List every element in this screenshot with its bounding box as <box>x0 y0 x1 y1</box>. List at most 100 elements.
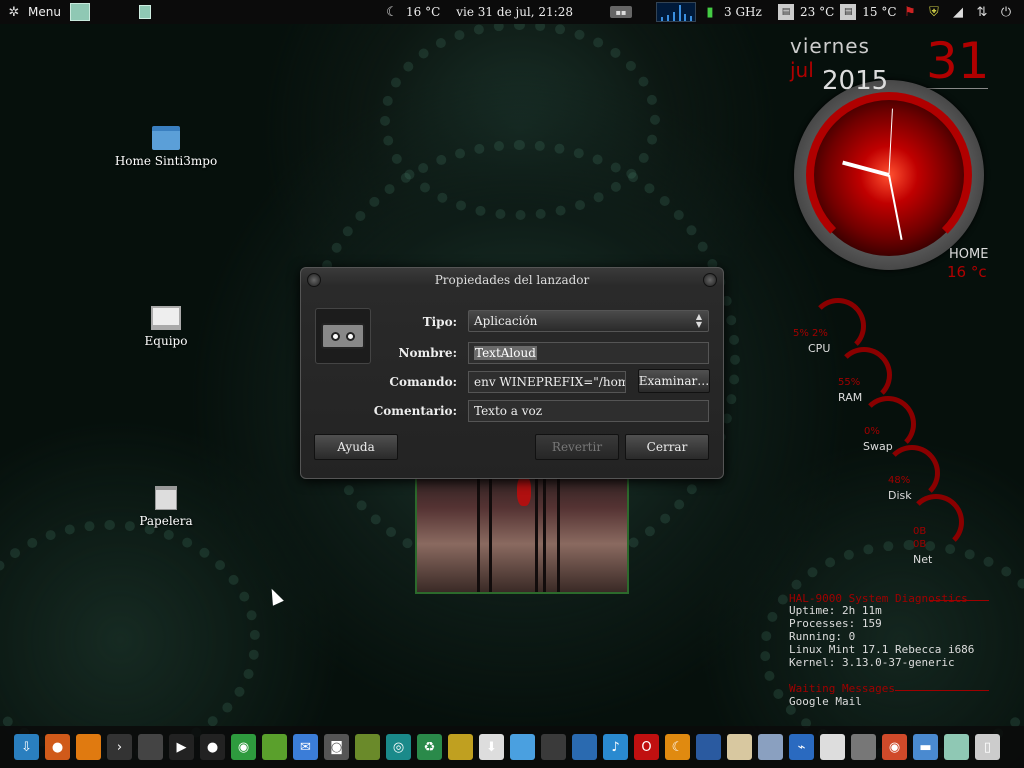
uptime: Uptime: 2h 11m <box>789 604 882 617</box>
opera-icon[interactable]: O <box>634 734 659 760</box>
cassette-icon[interactable]: ▪▪ <box>610 6 632 18</box>
camera-icon[interactable]: ◙ <box>324 734 349 760</box>
comentario-value: Texto a voz <box>474 404 543 418</box>
moon-icon[interactable]: ☾ <box>665 734 690 760</box>
os-version: Linux Mint 17.1 Rebecca i686 <box>789 643 975 656</box>
mouse-cursor <box>266 586 284 606</box>
spreadsheet-icon[interactable] <box>944 734 969 760</box>
mail-account: Google Mail <box>789 695 862 708</box>
dialog-title[interactable]: Propiedades del lanzador <box>301 273 723 287</box>
save-down-icon[interactable]: ⬇ <box>479 734 504 760</box>
tipo-select[interactable]: Aplicación ▲ ▼ <box>468 310 709 332</box>
moon-icon: ☾ <box>386 4 398 20</box>
conky-year: 2015 <box>822 66 889 96</box>
power-icon[interactable]: ⏻ <box>998 4 1014 20</box>
music-icon[interactable]: ♪ <box>603 734 628 760</box>
cassette-icon[interactable] <box>851 734 876 760</box>
waiting-messages-rule <box>895 690 989 691</box>
conky-day-number: 31 <box>926 32 990 90</box>
calculator-icon[interactable] <box>138 734 163 760</box>
gear-icon: ✲ <box>8 4 20 20</box>
cpu-values: 5% 2% <box>793 328 828 339</box>
cpu-graph[interactable] <box>656 2 696 22</box>
folder-icon[interactable]: ▬ <box>913 734 938 760</box>
launcher-properties-dialog: Propiedades del lanzador Tipo: Aplicació… <box>300 267 724 479</box>
conky-day-name: viernes <box>790 34 870 58</box>
examinar-button[interactable]: Examinar… <box>638 369 710 393</box>
flag-icon[interactable]: ⚑ <box>902 4 918 20</box>
chrome2-icon[interactable]: ◉ <box>882 734 907 760</box>
tipo-label: Tipo: <box>422 315 457 329</box>
package-icon[interactable] <box>820 734 845 760</box>
nombre-value: TextAloud <box>474 346 537 360</box>
desktop-icon-computer[interactable]: Equipo <box>111 306 221 348</box>
revertir-button[interactable]: Revertir <box>535 434 619 460</box>
menu-button[interactable]: ✲ Menu <box>0 0 67 24</box>
sensor-temp-2[interactable]: 15 °C <box>862 5 896 19</box>
window-button-icon[interactable] <box>139 5 151 19</box>
cerrar-button[interactable]: Cerrar <box>625 434 709 460</box>
select-arrows-icon: ▲ ▼ <box>695 312 702 329</box>
menu-label: Menu <box>28 5 61 19</box>
clock[interactable]: vie 31 de jul, 21:28 <box>456 5 573 19</box>
cpu-label: CPU <box>808 342 831 355</box>
disk-label: Disk <box>888 489 912 502</box>
disc-icon[interactable]: ◎ <box>386 734 411 760</box>
folder-icon <box>152 126 180 150</box>
sensor-temp-1[interactable]: 23 °C <box>800 5 834 19</box>
computer-icon <box>151 306 181 330</box>
nombre-input[interactable]: TextAloud <box>468 342 709 364</box>
workspace-icon[interactable] <box>70 3 90 21</box>
thermometer-icon: ▤ <box>778 4 794 20</box>
comentario-input[interactable]: Texto a voz <box>468 400 709 422</box>
network-arrows-icon[interactable]: ⇅ <box>974 4 990 20</box>
install-icon[interactable] <box>262 734 287 760</box>
comando-value: env WINEPREFIX="/home/ <box>474 375 626 389</box>
recycle-icon[interactable]: ♻ <box>417 734 442 760</box>
ayuda-button[interactable]: Ayuda <box>314 434 398 460</box>
book-icon[interactable] <box>696 734 721 760</box>
desktop-icon-home[interactable]: Home Sinti3mpo <box>111 126 221 168</box>
comando-input[interactable]: env WINEPREFIX="/home/ <box>468 371 626 393</box>
comentario-label: Comentario: <box>373 404 457 418</box>
monitor-icon[interactable] <box>541 734 566 760</box>
usb-icon[interactable]: ⌁ <box>789 734 814 760</box>
cpu-frequency[interactable]: 3 GHz <box>724 5 762 19</box>
display-icon[interactable] <box>758 734 783 760</box>
document-icon[interactable] <box>727 734 752 760</box>
dock: ⇩ ● › ▶ ● ◉ ✉ ◙ ◎ ♻ ⬇ ♪ O ☾ ⌁ ◉ ▬ ▯ <box>0 726 1024 768</box>
wallpaper-gear <box>380 20 660 220</box>
files-icon[interactable] <box>510 734 535 760</box>
wallpaper-photo <box>415 470 629 594</box>
waiting-messages-title: Waiting Messages <box>789 682 895 695</box>
record-icon[interactable]: ● <box>200 734 225 760</box>
nombre-label: Nombre: <box>398 346 457 360</box>
conky-home-label: HOME <box>949 247 989 262</box>
running: Running: 0 <box>789 630 856 643</box>
firefox-icon[interactable]: ● <box>45 734 70 760</box>
shield-icon[interactable]: ⛨ <box>926 4 942 20</box>
mail-icon[interactable]: ✉ <box>293 734 318 760</box>
window-icon[interactable] <box>572 734 597 760</box>
app-orange-icon[interactable] <box>76 734 101 760</box>
desktop-icon-trash[interactable]: Papelera <box>111 486 221 528</box>
weather-temp[interactable]: 16 °C <box>406 5 440 19</box>
kernel-version: Kernel: 3.13.0-37-generic <box>789 656 955 669</box>
desktop-icon-label: Papelera <box>139 514 193 528</box>
signal-icon[interactable]: ◢ <box>950 4 966 20</box>
desktop-icon-label: Home Sinti3mpo <box>114 154 218 168</box>
disk-value: 48% <box>888 475 911 486</box>
net-down: 0B <box>913 539 927 550</box>
terminal-icon[interactable]: › <box>107 734 132 760</box>
top-panel: ✲ Menu ☾ 16 °C vie 31 de jul, 21:28 ▪▪ ▮… <box>0 0 1024 24</box>
net-label: Net <box>913 553 933 566</box>
palette-icon[interactable] <box>448 734 473 760</box>
conky-month: jul <box>790 58 814 82</box>
download-icon[interactable]: ⇩ <box>14 734 39 760</box>
chrome-icon[interactable]: ◉ <box>231 734 256 760</box>
media-player-icon[interactable]: ▶ <box>169 734 194 760</box>
net-up: 0B <box>913 526 927 537</box>
trash-icon[interactable]: ▯ <box>975 734 1000 760</box>
lamp-icon[interactable] <box>355 734 380 760</box>
trash-icon <box>155 486 177 510</box>
